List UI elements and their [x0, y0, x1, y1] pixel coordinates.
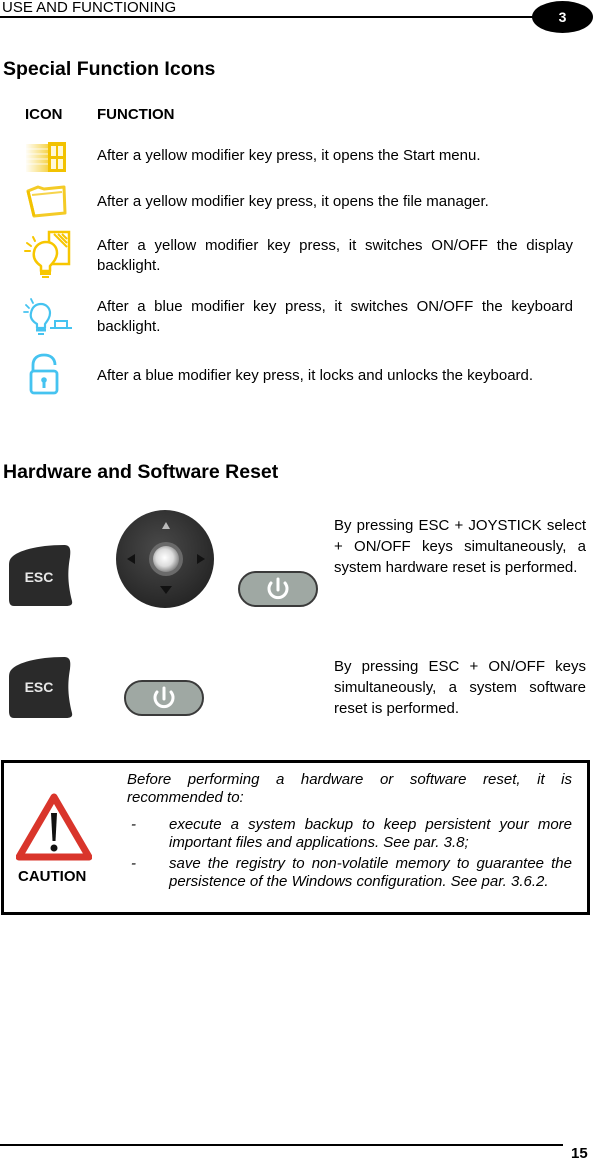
column-header-icon: ICON: [25, 106, 63, 123]
esc-key-label: ESC: [25, 679, 54, 695]
footer-rule: [0, 1144, 563, 1146]
esc-key-image-software: ESC: [6, 655, 74, 719]
folder-icon: [24, 183, 68, 219]
software-reset-text: By pressing ESC + ON/OFF keys simultaneo…: [334, 658, 586, 717]
function-text-lock-keyboard: After a blue modifier key press, it lock…: [97, 367, 534, 384]
chapter-number: 3: [558, 9, 567, 25]
function-text-display-backlight: After a yellow modifier key press, it sw…: [97, 237, 573, 274]
power-key-image-hardware: [238, 571, 318, 607]
caution-item: save the registry to non-volatile memory…: [169, 855, 572, 890]
lock-icon: [26, 353, 62, 395]
display-backlight-icon: [22, 229, 72, 279]
caution-intro: Before performing a hardware or software…: [127, 771, 572, 806]
function-text-start-menu: After a yellow modifier key press, it op…: [97, 147, 481, 164]
section-title-special-icons: Special Function Icons: [3, 58, 216, 80]
function-text-keyboard-backlight: After a blue modifier key press, it swit…: [97, 298, 573, 335]
caution-bullet: -: [131, 816, 136, 833]
warning-triangle-icon: [16, 793, 92, 861]
esc-key-label: ESC: [25, 569, 54, 585]
column-header-function: FUNCTION: [97, 106, 175, 123]
caution-item: execute a system backup to keep persiste…: [169, 816, 572, 851]
caution-bullet: -: [131, 855, 136, 872]
section-title-reset: Hardware and Software Reset: [3, 461, 279, 483]
joystick-image: [114, 508, 216, 610]
page-number: 15: [571, 1145, 588, 1162]
windows-start-icon: [24, 138, 68, 176]
running-header: USE AND FUNCTIONING: [2, 0, 177, 16]
chapter-badge: 3: [532, 1, 593, 33]
hardware-reset-text: By pressing ESC + JOYSTICK select + ON/O…: [334, 517, 586, 576]
function-text-file-manager: After a yellow modifier key press, it op…: [97, 193, 489, 210]
caution-label: CAUTION: [18, 868, 87, 885]
power-key-image-software: [124, 680, 204, 716]
esc-key-image: ESC: [6, 543, 74, 607]
keyboard-backlight-icon: [22, 294, 74, 338]
header-rule: [0, 16, 540, 18]
